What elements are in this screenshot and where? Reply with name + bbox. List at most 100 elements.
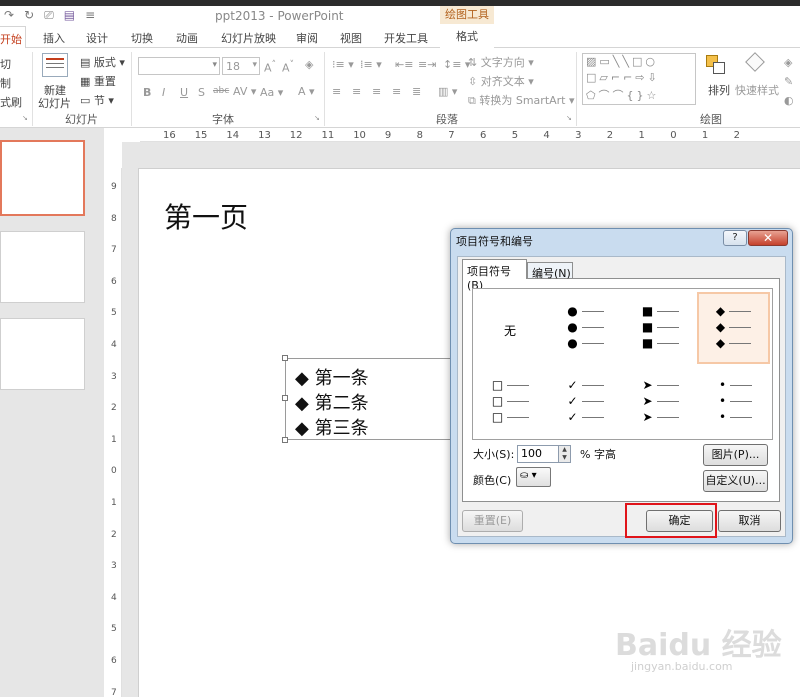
shapes-gallery[interactable]: ▨▭╲╲□○ □▱⌐⌐⇨⇩ ⬠⌒⌒{}☆: [582, 53, 696, 105]
diamond-bullet-icon: ◆: [295, 393, 309, 414]
save-icon[interactable]: ▤: [64, 8, 75, 22]
present-icon[interactable]: ⎚: [44, 8, 54, 23]
cancel-button[interactable]: 取消: [718, 510, 781, 532]
arrange-icon[interactable]: [706, 55, 726, 75]
reset-button[interactable]: ▦ 重置: [80, 73, 116, 89]
picture-button[interactable]: 图片(P)...: [703, 444, 768, 466]
bullet-option-none[interactable]: 无: [474, 292, 547, 364]
customize-button[interactable]: 自定义(U)...: [703, 470, 768, 492]
columns-icon[interactable]: ▥ ▾: [438, 85, 457, 98]
new-slide-label-2[interactable]: 幻灯片: [38, 95, 71, 111]
bullet-option-diamond[interactable]: ◆ ◆ ◆: [697, 292, 770, 364]
arrange-label[interactable]: 排列: [708, 82, 730, 98]
close-button[interactable]: ✕: [748, 230, 788, 246]
quick-styles-label[interactable]: 快速样式: [735, 82, 779, 98]
tab-numbering[interactable]: 编号(N): [527, 262, 573, 280]
tab-slideshow[interactable]: 幻灯片放映: [221, 30, 276, 46]
tab-format[interactable]: 格式: [440, 26, 494, 48]
justify-icon[interactable]: ≡: [392, 85, 401, 98]
line-spacing-icon[interactable]: ↕≡ ▾: [443, 58, 470, 71]
strikethrough-icon[interactable]: abc: [213, 86, 229, 96]
quick-styles-icon[interactable]: [744, 52, 766, 77]
resize-handle[interactable]: [282, 437, 288, 443]
tab-view[interactable]: 视图: [340, 30, 362, 46]
tab-animations[interactable]: 动画: [176, 30, 198, 46]
bullet-option-checkmark[interactable]: ✓ ✓ ✓: [549, 367, 622, 439]
copy-button[interactable]: 制: [0, 75, 11, 91]
bold-icon[interactable]: B: [143, 86, 151, 99]
shape-outline-icon[interactable]: ✎: [784, 75, 793, 88]
slide-thumbnail-1[interactable]: [0, 140, 85, 216]
ruler-tick-label: 5: [511, 130, 519, 141]
font-size-dropdown[interactable]: 18 ▾: [222, 57, 260, 75]
clipboard-dialog-launcher-icon[interactable]: ↘: [22, 114, 28, 122]
align-right-icon[interactable]: ≡: [372, 85, 381, 98]
tab-transitions[interactable]: 切换: [131, 30, 153, 46]
tab-home[interactable]: 开始: [0, 26, 26, 49]
bullet-item-3[interactable]: ◆ 第三条: [295, 414, 369, 440]
tab-review[interactable]: 审阅: [296, 30, 318, 46]
redo-icon[interactable]: ↷: [4, 8, 14, 22]
customize-qat-icon[interactable]: ≡: [85, 8, 95, 22]
font-dialog-launcher-icon[interactable]: ↘: [314, 114, 320, 122]
slide-thumbnail-3[interactable]: [0, 318, 85, 390]
vertical-ruler-tick-label: 4: [111, 592, 117, 603]
italic-icon[interactable]: I: [162, 86, 165, 99]
text-direction-button[interactable]: ⇅ 文字方向 ▾: [468, 54, 534, 70]
size-spinner[interactable]: ▲ ▼: [558, 445, 571, 463]
repeat-icon[interactable]: ↻: [24, 8, 34, 22]
slide-title[interactable]: 第一页: [164, 196, 248, 236]
char-spacing-icon[interactable]: AV ▾: [233, 85, 256, 98]
layout-label: 版式: [93, 56, 116, 69]
font-color-icon[interactable]: A ▾: [298, 85, 315, 98]
bullets-icon[interactable]: ⁝≡ ▾: [332, 58, 354, 71]
underline-icon[interactable]: U: [180, 86, 188, 99]
distributed-icon[interactable]: ≣: [412, 85, 421, 98]
bullet-option-arrowhead[interactable]: ➤ ➤ ➤: [624, 367, 697, 439]
numbering-icon[interactable]: ⁞≡ ▾: [360, 58, 382, 71]
bullet-option-hollow-square[interactable]: □ □ □: [474, 367, 547, 439]
bullet-text: 第二条: [314, 393, 369, 414]
shape-fill-icon[interactable]: ◈: [784, 56, 792, 69]
bullet-item-1[interactable]: ◆ 第一条: [295, 364, 369, 390]
resize-handle[interactable]: [282, 355, 288, 361]
bullet-option-small-dot[interactable]: • • •: [699, 367, 772, 439]
section-button[interactable]: ▭ 节 ▾: [80, 92, 114, 108]
shadow-icon[interactable]: S: [198, 86, 205, 99]
shape-effects-icon[interactable]: ◐: [784, 94, 794, 107]
resize-handle[interactable]: [282, 395, 288, 401]
color-picker-button[interactable]: ⛀ ▾: [516, 467, 551, 487]
bullet-option-filled-circle[interactable]: ● ● ●: [549, 292, 622, 364]
layout-button[interactable]: ▤ 版式 ▾: [80, 54, 125, 70]
align-center-icon[interactable]: ≡: [352, 85, 361, 98]
reset-button[interactable]: 重置(E): [462, 510, 523, 532]
cut-button[interactable]: 切: [0, 56, 11, 72]
decrease-indent-icon[interactable]: ⇤≡: [395, 58, 413, 71]
align-text-button[interactable]: ⇳ 对齐文本 ▾: [468, 73, 534, 89]
shrink-font-icon[interactable]: A˅: [282, 59, 294, 75]
size-input[interactable]: 100: [517, 445, 559, 463]
tab-bullets[interactable]: 项目符号(B): [462, 259, 527, 292]
tab-design[interactable]: 设计: [86, 30, 108, 46]
align-left-icon[interactable]: ≡: [332, 85, 341, 98]
tab-developer[interactable]: 开发工具: [384, 30, 428, 46]
increase-indent-icon[interactable]: ≡⇥: [418, 58, 436, 71]
tab-insert[interactable]: 插入: [43, 30, 65, 46]
slide-thumbnail-2[interactable]: [0, 231, 85, 303]
clear-format-icon[interactable]: ◈: [305, 58, 313, 71]
change-case-icon[interactable]: Aa ▾: [260, 86, 283, 99]
format-painter-button[interactable]: 式刷: [0, 94, 22, 110]
group-separator: [576, 52, 577, 126]
ruler-tick-label: 13: [258, 130, 271, 141]
paragraph-dialog-launcher-icon[interactable]: ↘: [566, 114, 572, 122]
bullet-item-2[interactable]: ◆ 第二条: [295, 389, 369, 415]
grow-font-icon[interactable]: A˄: [264, 59, 276, 75]
font-name-dropdown[interactable]: ▾: [138, 57, 220, 75]
help-button[interactable]: ?: [723, 230, 747, 246]
convert-smartart-button[interactable]: ⧉ 转换为 SmartArt ▾: [468, 92, 575, 108]
vertical-ruler-tick-label: 1: [111, 498, 117, 508]
spin-down-icon[interactable]: ▼: [562, 454, 567, 461]
new-slide-icon[interactable]: [42, 53, 68, 77]
bullet-option-filled-square[interactable]: ■ ■ ■: [624, 292, 697, 364]
spin-up-icon[interactable]: ▲: [562, 446, 567, 453]
